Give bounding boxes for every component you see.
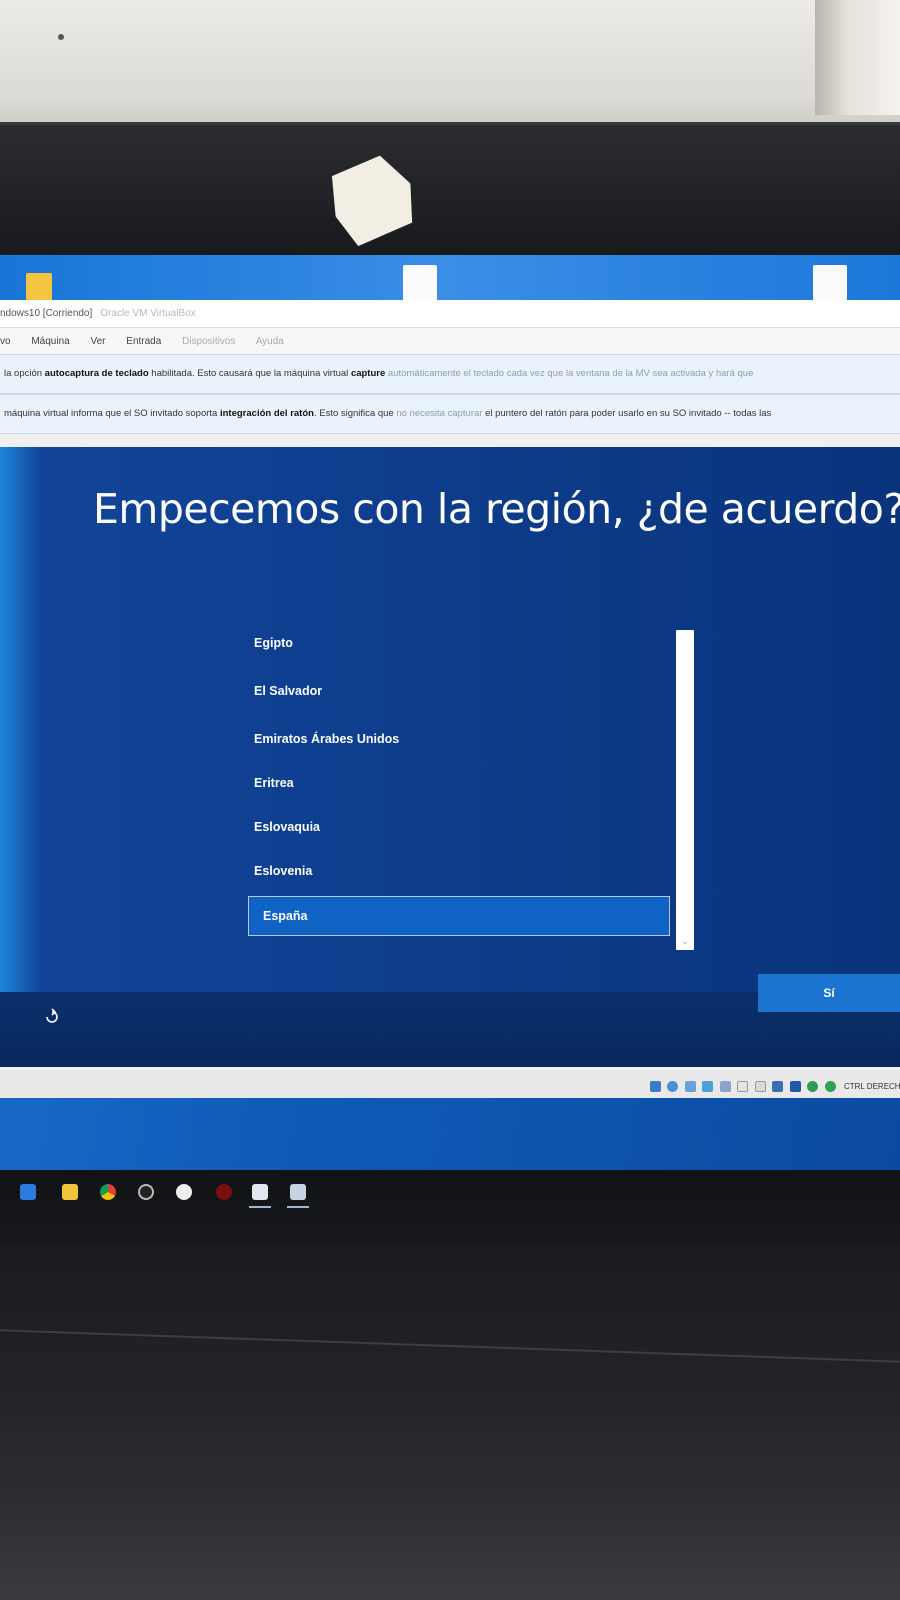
list-item[interactable]: El Salvador <box>254 684 322 698</box>
app-icon[interactable] <box>138 1184 154 1200</box>
network-icon[interactable] <box>702 1081 714 1093</box>
chevron-down-icon[interactable]: ⌄ <box>680 936 690 946</box>
notice-text: habilitada. Esto causará que la máquina … <box>148 368 351 379</box>
virtualbox-window: ndows10 [Corriendo] Oracle VM VirtualBox … <box>0 300 900 1098</box>
menu-item-ver[interactable]: Ver <box>90 336 105 347</box>
list-scrollbar[interactable]: ⌄ <box>676 630 694 950</box>
wall-pillar <box>815 0 900 115</box>
notice-text: . Esto significa que <box>313 408 397 419</box>
list-item[interactable]: Eslovenia <box>254 864 312 878</box>
notice-text: no necesita capturar <box>396 408 483 419</box>
optical-drive-icon[interactable] <box>667 1081 679 1093</box>
yes-button[interactable]: Sí <box>758 974 900 1012</box>
wall-background <box>0 0 900 140</box>
mouse-integration-notice: máquina virtual informa que el SO invita… <box>0 394 900 434</box>
host-desktop-strip <box>0 255 900 301</box>
hard-disk-icon[interactable] <box>650 1081 661 1093</box>
notice-text: automáticamente el teclado cada vez que … <box>385 368 754 379</box>
page-title: Empecemos con la región, ¿de acuerdo? <box>93 485 900 533</box>
recording-icon[interactable] <box>772 1081 784 1093</box>
vm-window-icon[interactable] <box>290 1184 306 1200</box>
active-indicator <box>249 1206 271 1208</box>
guest-oobe-screen: Empecemos con la región, ¿de acuerdo? Eg… <box>0 447 900 1098</box>
shared-folder-icon[interactable] <box>737 1081 749 1093</box>
vm-status-bar: CTRL DERECHA <box>0 1070 900 1098</box>
monitor-bezel-top <box>0 122 900 262</box>
monitor-screen: ndows10 [Corriendo] Oracle VM VirtualBox … <box>0 255 900 1245</box>
status-icons: CTRL DERECHA <box>650 1078 900 1093</box>
menu-item-dispositivos[interactable]: Dispositivos <box>182 336 235 347</box>
mail-icon[interactable] <box>20 1184 36 1200</box>
window-title: ndows10 [Corriendo] <box>0 308 93 319</box>
menu-item-entrada[interactable]: Entrada <box>126 336 161 347</box>
browser-icon[interactable] <box>176 1184 192 1200</box>
notice-bold: autocaptura de teclado <box>44 368 149 379</box>
menu-item-maquina[interactable]: Máquina <box>31 336 69 347</box>
file-icon[interactable] <box>403 265 437 301</box>
file-explorer-icon[interactable] <box>62 1184 78 1200</box>
region-list[interactable]: Egipto El Salvador Emiratos Árabes Unido… <box>246 630 706 950</box>
list-item-selected[interactable]: España <box>248 896 670 936</box>
notice-bold: integración del ratón <box>219 408 314 419</box>
list-item[interactable]: Eslovaquia <box>254 820 320 834</box>
usb-icon[interactable] <box>719 1081 731 1093</box>
cpu-icon[interactable] <box>789 1081 801 1093</box>
left-glow <box>0 447 40 1067</box>
record-icon[interactable] <box>216 1184 232 1200</box>
notice-bold: capture <box>350 368 386 379</box>
menu-item-ayuda[interactable]: Ayuda <box>256 336 284 347</box>
folder-icon[interactable] <box>26 273 52 301</box>
virtualbox-icon[interactable] <box>252 1184 268 1200</box>
monitor-bezel-bottom <box>0 1245 900 1600</box>
window-title-suffix: Oracle VM VirtualBox <box>100 308 196 319</box>
chrome-icon[interactable] <box>100 1184 116 1200</box>
file-icon[interactable] <box>813 265 847 301</box>
wall-spot <box>58 34 64 40</box>
audio-icon[interactable] <box>684 1081 696 1093</box>
notice-text: el puntero del ratón para poder usarlo e… <box>482 408 772 419</box>
accessibility-icon[interactable] <box>44 1008 60 1024</box>
notice-text: la opción <box>4 368 45 379</box>
menu-item-archivo[interactable]: vo <box>0 336 11 347</box>
keyboard-capture-icon[interactable] <box>824 1081 836 1093</box>
menu-bar: vo Máquina Ver Entrada Dispositivos Ayud… <box>0 328 900 354</box>
display-icon[interactable] <box>754 1081 766 1093</box>
host-key-label: CTRL DERECHA <box>843 1082 900 1092</box>
host-taskbar <box>0 1170 900 1245</box>
mouse-integration-icon[interactable] <box>807 1081 819 1093</box>
keyboard-capture-notice: la opción autocaptura de teclado habilit… <box>0 354 900 394</box>
window-titlebar: ndows10 [Corriendo] Oracle VM VirtualBox <box>0 300 900 328</box>
list-item[interactable]: Egipto <box>254 636 293 650</box>
notice-text: máquina virtual informa que el SO invita… <box>4 408 220 419</box>
list-item[interactable]: Eritrea <box>254 776 294 790</box>
active-indicator <box>287 1206 309 1208</box>
list-item[interactable]: Emiratos Árabes Unidos <box>254 732 399 746</box>
